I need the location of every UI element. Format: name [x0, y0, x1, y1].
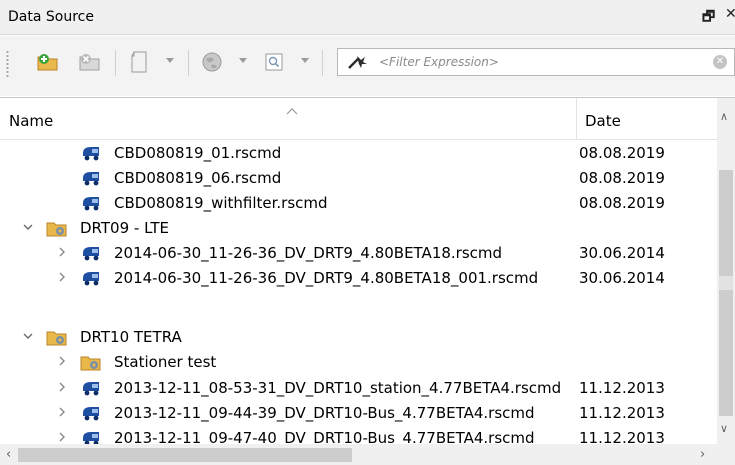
row-date: 08.08.2019: [579, 194, 665, 212]
toolbar-separator: [115, 50, 116, 76]
row-name: CBD080819_withfilter.rscmd: [114, 194, 328, 212]
filter-input[interactable]: <Filter Expression> ✕: [337, 48, 735, 76]
document-dropdown-arrow[interactable]: [166, 58, 174, 63]
expand-chevron-icon[interactable]: [57, 381, 67, 397]
row-name: 2013-12-11_09-44-39_DV_DRT10-Bus_4.77BET…: [114, 404, 535, 422]
column-header-date[interactable]: Date: [585, 112, 621, 130]
toolbar-separator: [322, 50, 323, 76]
row-name: DRT10 TETRA: [80, 328, 182, 346]
toolbar-separator: [188, 50, 189, 76]
clear-icon[interactable]: ✕: [713, 55, 727, 69]
folder-icon: [46, 327, 68, 347]
add-folder-icon[interactable]: [36, 50, 60, 74]
expand-chevron-icon[interactable]: [57, 271, 67, 287]
zoom-frame-icon[interactable]: [262, 50, 286, 74]
row-name: CBD080819_06.rscmd: [114, 169, 282, 187]
file-icon: [80, 143, 102, 163]
close-button[interactable]: ✕: [725, 6, 735, 22]
scroll-up-icon[interactable]: ∧: [720, 110, 728, 123]
document-icon[interactable]: [128, 50, 152, 74]
tree-row[interactable]: 2014-06-30_11-26-36_DV_DRT9_4.80BETA18_0…: [0, 266, 717, 290]
vertical-scroll-track-mark: [719, 276, 733, 290]
sort-indicator-icon: [286, 100, 298, 119]
zoom-dropdown-arrow[interactable]: [301, 58, 309, 63]
tree-row[interactable]: 2014-06-30_11-26-36_DV_DRT9_4.80BETA18.r…: [0, 241, 717, 265]
panel-title: Data Source: [8, 9, 94, 25]
column-header-name[interactable]: Name: [9, 112, 53, 130]
panel-titlebar: Data Source 🗗 ✕: [0, 0, 735, 35]
toolbar-grip[interactable]: [6, 50, 9, 78]
expand-chevron-icon[interactable]: [57, 406, 67, 422]
tree-row[interactable]: CBD080819_withfilter.rscmd 08.08.2019: [0, 191, 717, 215]
row-name: Stationer test: [114, 353, 217, 371]
horizontal-scroll-thumb[interactable]: [18, 448, 352, 462]
folder-icon: [46, 218, 68, 238]
toolbar: <Filter Expression> ✕: [0, 36, 735, 96]
vertical-scroll-thumb[interactable]: [719, 170, 733, 416]
folder-icon: [80, 352, 102, 372]
tree-row[interactable]: 2013-12-11_08-53-31_DV_DRT10_station_4.7…: [0, 376, 717, 400]
file-icon: [80, 268, 102, 288]
row-name: 2014-06-30_11-26-36_DV_DRT9_4.80BETA18_0…: [114, 269, 539, 287]
row-date: 30.06.2014: [579, 244, 665, 262]
row-date: 11.12.2013: [579, 404, 665, 422]
tree-row-folder[interactable]: DRT09 - LTE: [0, 216, 717, 240]
scroll-down-icon[interactable]: ∨: [720, 422, 728, 435]
column-header: Name Date: [0, 98, 717, 140]
row-name: CBD080819_01.rscmd: [114, 144, 282, 162]
scroll-corner: [717, 444, 735, 465]
file-icon: [80, 403, 102, 423]
file-icon: [80, 193, 102, 213]
row-name: DRT09 - LTE: [80, 219, 170, 237]
expand-chevron-icon[interactable]: [57, 355, 67, 371]
scroll-left-icon[interactable]: ‹: [6, 447, 11, 462]
row-date: 08.08.2019: [579, 169, 665, 187]
file-icon: [80, 243, 102, 263]
vertical-scrollbar[interactable]: ∧ ∨: [717, 98, 735, 444]
file-icon: [80, 378, 102, 398]
globe-dropdown-arrow[interactable]: [239, 58, 247, 63]
column-divider[interactable]: [576, 98, 577, 140]
expand-chevron-icon[interactable]: [22, 221, 34, 236]
row-date: 30.06.2014: [579, 269, 665, 287]
scroll-right-icon[interactable]: ›: [700, 447, 705, 462]
remove-folder-icon[interactable]: [78, 50, 102, 74]
tree-row-folder[interactable]: DRT10 TETRA: [0, 325, 717, 349]
horizontal-scrollbar[interactable]: ‹ ›: [0, 444, 717, 465]
file-icon: [80, 168, 102, 188]
expand-chevron-icon[interactable]: [22, 330, 34, 345]
filter-placeholder: <Filter Expression>: [379, 55, 499, 69]
data-source-tree[interactable]: Name Date CBD080819_01.rscmd 08.08.2019 …: [0, 97, 735, 465]
tree-row[interactable]: 2013-12-11_09-44-39_DV_DRT10-Bus_4.77BET…: [0, 401, 717, 425]
row-date: 11.12.2013: [579, 379, 665, 397]
expand-chevron-icon[interactable]: [57, 246, 67, 262]
row-date: 08.08.2019: [579, 144, 665, 162]
row-name: 2014-06-30_11-26-36_DV_DRT9_4.80BETA18.r…: [114, 244, 503, 262]
filter-wand-icon: [347, 53, 369, 75]
tree-row-folder[interactable]: Stationer test: [0, 350, 717, 374]
tree-row[interactable]: CBD080819_01.rscmd 08.08.2019: [0, 141, 717, 165]
tree-row[interactable]: CBD080819_06.rscmd 08.08.2019: [0, 166, 717, 190]
float-button[interactable]: 🗗: [702, 6, 715, 30]
row-name: 2013-12-11_08-53-31_DV_DRT10_station_4.7…: [114, 379, 562, 397]
globe-icon[interactable]: [200, 50, 224, 74]
